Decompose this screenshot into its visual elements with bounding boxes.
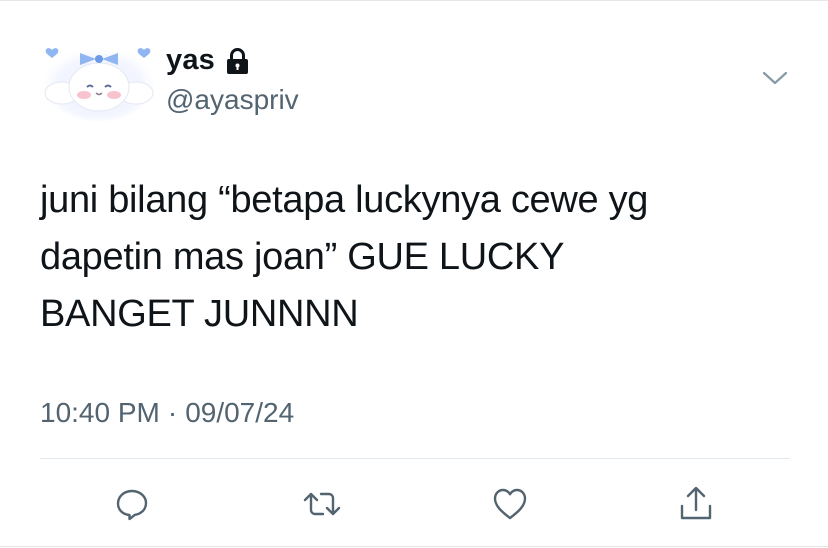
meta-separator: · xyxy=(167,397,178,428)
heart-icon xyxy=(493,488,527,520)
avatar[interactable] xyxy=(40,35,158,121)
like-button[interactable] xyxy=(490,484,530,524)
reply-icon xyxy=(116,489,148,521)
retweet-button[interactable] xyxy=(302,484,342,524)
display-name[interactable]: yas xyxy=(166,42,215,78)
display-name-row: yas xyxy=(166,42,250,78)
tweet-card: yas @ayaspriv juni bilang “betapa luckyn… xyxy=(0,0,828,548)
retweet-icon xyxy=(303,492,341,516)
lock-icon xyxy=(227,48,248,74)
action-divider xyxy=(40,458,790,459)
tweet-date: 09/07/24 xyxy=(185,397,295,428)
handle[interactable]: @ayaspriv xyxy=(166,83,299,117)
tweet-text: juni bilang “betapa luckynya cewe yg dap… xyxy=(40,179,649,335)
top-divider xyxy=(0,0,828,1)
chevron-down-icon[interactable] xyxy=(759,66,791,90)
bottom-divider xyxy=(0,546,828,547)
share-button[interactable] xyxy=(676,484,716,524)
tweet-time: 10:40 PM xyxy=(40,397,160,428)
share-icon xyxy=(680,486,712,520)
tweet-timestamp[interactable]: 10:40 PM · 09/07/24 xyxy=(40,393,294,433)
reply-button[interactable] xyxy=(112,484,152,524)
